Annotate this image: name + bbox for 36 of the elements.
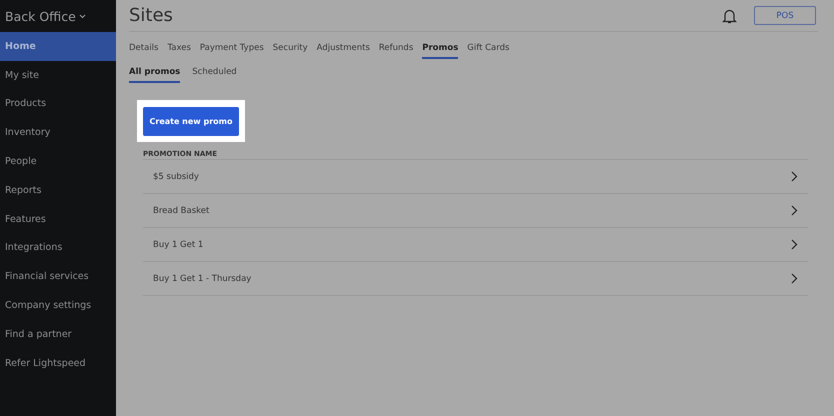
create-promo-button[interactable]: Create new promo bbox=[143, 106, 239, 136]
chevron-right-icon bbox=[791, 239, 798, 250]
tab[interactable]: Gift Cards bbox=[467, 41, 510, 59]
tab[interactable]: Promos bbox=[422, 41, 458, 59]
promo-row[interactable]: Bread Basket bbox=[143, 194, 808, 228]
promo-row[interactable]: Buy 1 Get 1 bbox=[143, 228, 808, 262]
tab[interactable]: Adjustments bbox=[316, 41, 370, 59]
tab[interactable]: Scheduled bbox=[192, 65, 237, 83]
chevron-right-icon bbox=[791, 171, 798, 182]
pos-button[interactable]: POS bbox=[754, 6, 816, 25]
tab[interactable]: Refunds bbox=[378, 41, 414, 59]
nav-item[interactable]: Products bbox=[0, 90, 116, 118]
nav-item[interactable]: Company settings bbox=[0, 291, 116, 320]
nav-item[interactable]: Features bbox=[0, 204, 116, 234]
chevron-down-icon bbox=[78, 14, 86, 18]
tab[interactable]: Taxes bbox=[167, 41, 191, 59]
nav-item[interactable]: Home bbox=[0, 32, 116, 61]
nav-item[interactable]: People bbox=[0, 147, 116, 176]
nav-item[interactable]: Find a partner bbox=[0, 320, 116, 349]
chevron-right-icon bbox=[791, 273, 798, 284]
app-title[interactable]: Back Office bbox=[0, 0, 116, 32]
nav-item[interactable]: My site bbox=[0, 60, 116, 90]
page-title: Sites bbox=[129, 5, 174, 26]
tab[interactable]: All promos bbox=[129, 65, 180, 83]
tab[interactable]: Payment Types bbox=[200, 41, 264, 59]
tab[interactable]: Security bbox=[272, 41, 308, 59]
bell-icon[interactable] bbox=[722, 8, 737, 24]
promo-row[interactable]: $5 subsidy bbox=[143, 160, 808, 194]
chevron-right-icon bbox=[791, 205, 798, 216]
nav-item[interactable]: Refer Lightspeed bbox=[0, 348, 116, 378]
tab[interactable]: Details bbox=[129, 41, 158, 59]
nav-item[interactable]: Integrations bbox=[0, 234, 116, 262]
nav-item[interactable]: Financial services bbox=[0, 262, 116, 292]
nav-item[interactable]: Reports bbox=[0, 176, 116, 205]
nav-item[interactable]: Inventory bbox=[0, 118, 116, 148]
promo-row[interactable]: Buy 1 Get 1 - Thursday bbox=[143, 262, 808, 296]
